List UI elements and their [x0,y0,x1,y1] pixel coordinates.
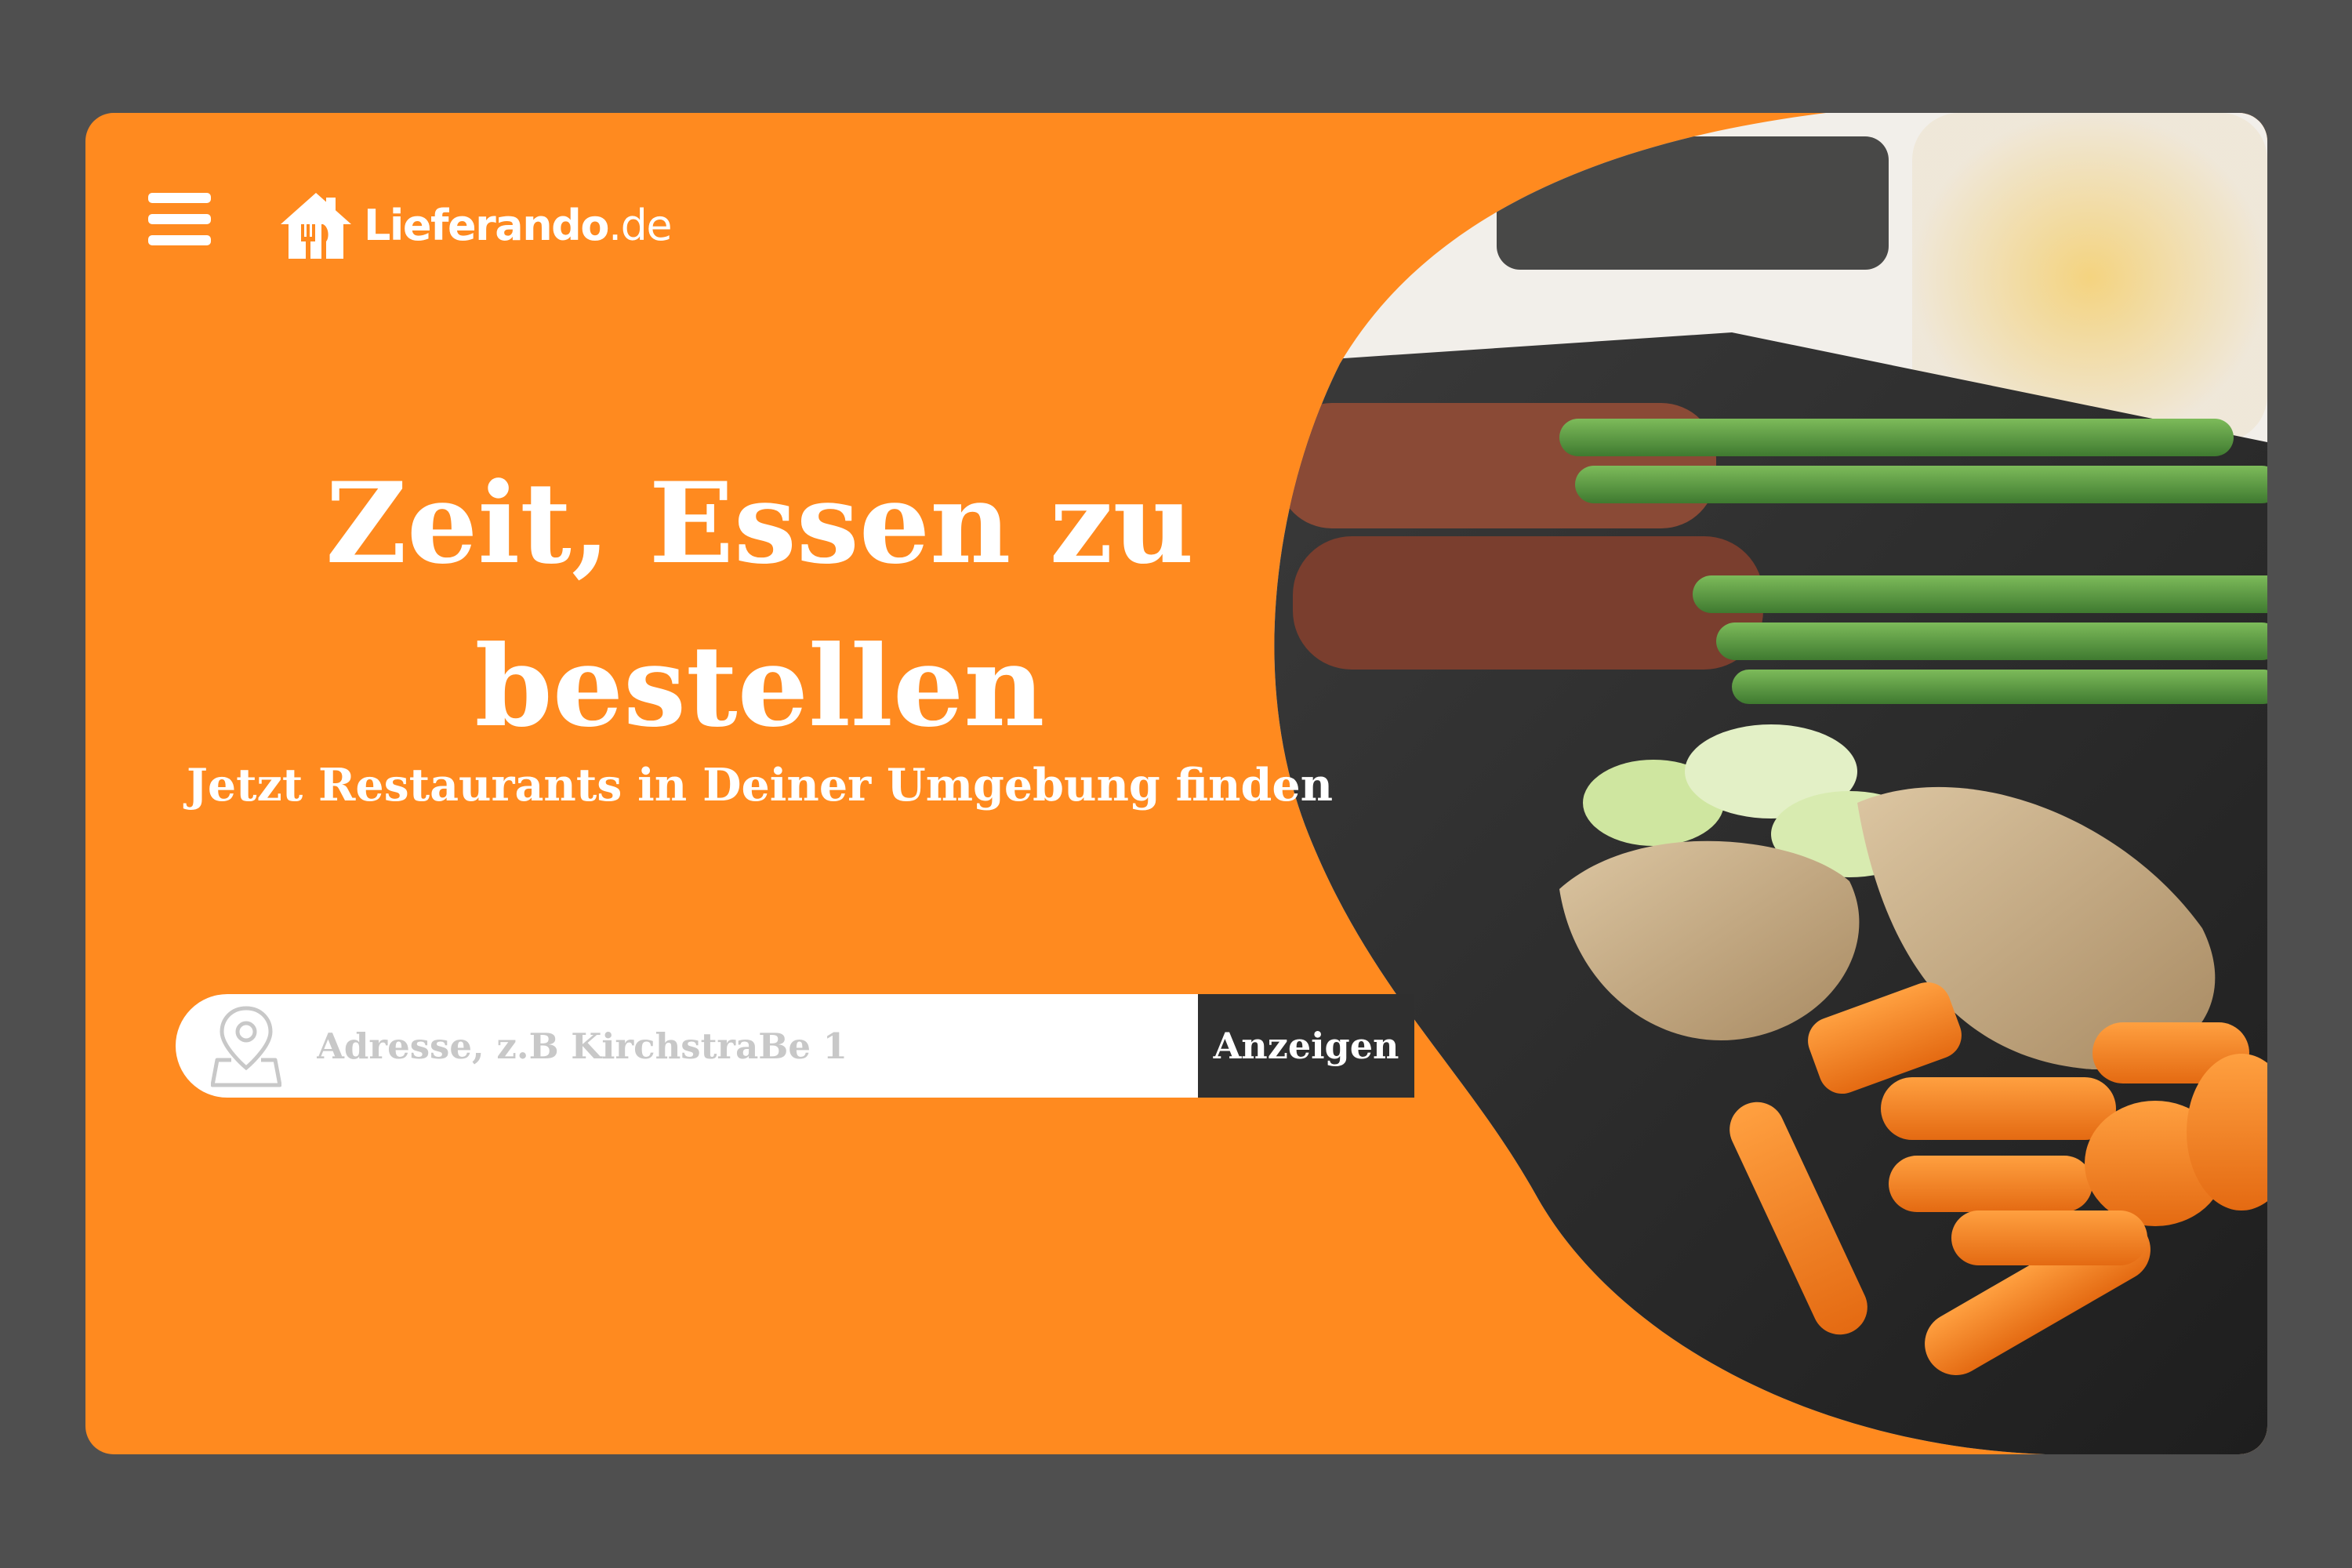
show-restaurants-button[interactable]: Anzeigen [1198,994,1414,1098]
logo-tld: .de [608,200,673,250]
hero-card: Lieferando .de Zeit, Essen zu bestellen J… [85,113,2267,1454]
address-input[interactable] [317,994,1179,1098]
address-search-bar: Anzeigen [176,994,1414,1098]
location-pin-map-icon [211,1006,281,1087]
hero-headline: Zeit, Essen zu bestellen [325,459,1194,752]
lieferando-logo[interactable]: Lieferando .de [278,182,673,268]
logo-name: Lieferando [364,200,609,250]
address-field[interactable] [176,994,1198,1098]
hamburger-menu-icon[interactable] [148,188,211,251]
hero-subline: Jetzt Restaurants in Deiner Umgebung fin… [186,759,1334,811]
house-fork-knife-icon [281,193,351,259]
